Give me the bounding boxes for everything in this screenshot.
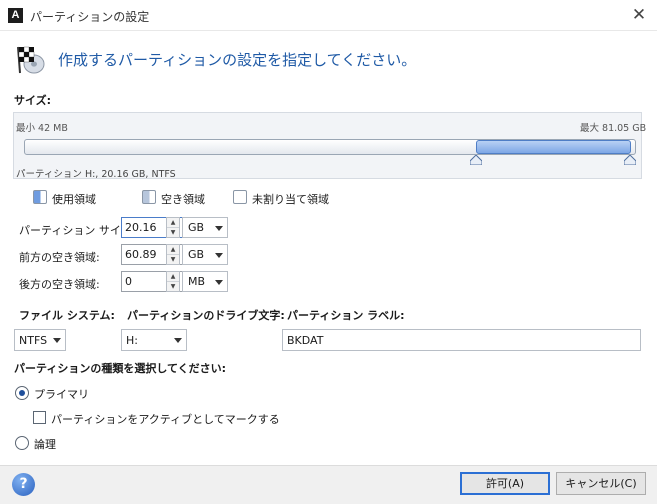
partition-info-text: パーティション H:, 20.16 GB, NTFS: [16, 169, 176, 180]
mark-active-label[interactable]: パーティションをアクティブとしてマークする: [51, 411, 280, 427]
free-after-stepper[interactable]: ▲ ▼: [166, 271, 180, 292]
free-before-unit: GB: [188, 248, 205, 261]
free-after-label: 後方の空き領域:: [19, 278, 100, 291]
partition-label-input[interactable]: BKDAT: [282, 329, 641, 351]
help-icon[interactable]: ?: [12, 473, 35, 496]
free-before-stepper[interactable]: ▲ ▼: [166, 244, 180, 265]
checkered-flag-disk-icon: [14, 43, 46, 75]
partition-size-label: パーティション サイズ:: [19, 224, 136, 237]
window-title: パーティションの設定: [30, 10, 150, 24]
chevron-down-icon: [53, 338, 61, 343]
partition-size-stepper[interactable]: ▲ ▼: [166, 217, 180, 238]
stepper-up-icon[interactable]: ▲: [167, 272, 179, 281]
primary-radio[interactable]: [15, 386, 29, 400]
legend-unallocated-label: 未割り当て領域: [252, 193, 329, 206]
free-after-unit: MB: [188, 275, 206, 288]
filesystem-label: ファイル システム:: [19, 309, 115, 322]
chevron-down-icon: [215, 226, 223, 231]
partition-type-label: パーティションの種類を選択してください:: [14, 362, 227, 375]
size-label: サイズ:: [14, 94, 52, 107]
partition-range-bar[interactable]: [476, 140, 631, 154]
free-before-label: 前方の空き領域:: [19, 251, 100, 264]
partition-size-value: 20.16: [125, 221, 157, 234]
free-before-unit-select[interactable]: GB: [182, 244, 228, 265]
partition-size-unit: GB: [188, 221, 205, 234]
stepper-up-icon[interactable]: ▲: [167, 245, 179, 254]
mark-active-checkbox[interactable]: [33, 411, 46, 424]
stepper-down-icon[interactable]: ▼: [167, 254, 179, 263]
legend-free-label: 空き領域: [161, 193, 205, 206]
app-icon: A: [8, 8, 23, 23]
filesystem-select[interactable]: NTFS: [14, 329, 66, 351]
unallocated-swatch-icon: [233, 190, 247, 204]
stepper-down-icon[interactable]: ▼: [167, 281, 179, 290]
drive-letter-select[interactable]: H:: [121, 329, 187, 351]
partition-size-unit-select[interactable]: GB: [182, 217, 228, 238]
slider-left-handle[interactable]: [469, 154, 483, 166]
page-title: 作成するパーティションの設定を指定してください。: [58, 51, 417, 69]
stepper-down-icon[interactable]: ▼: [167, 227, 179, 236]
chevron-down-icon: [174, 338, 182, 343]
primary-radio-label[interactable]: プライマリ: [34, 386, 89, 402]
free-space-swatch-icon: [142, 190, 156, 204]
free-after-unit-select[interactable]: MB: [182, 271, 228, 292]
used-space-swatch-icon: [33, 190, 47, 204]
drive-letter-value: H:: [126, 334, 138, 347]
stepper-up-icon[interactable]: ▲: [167, 218, 179, 227]
filesystem-value: NTFS: [19, 334, 48, 347]
free-before-value: 60.89: [125, 248, 157, 261]
accept-button[interactable]: 許可(A): [460, 472, 550, 495]
close-button[interactable]: ✕: [626, 4, 652, 26]
partition-label-value: BKDAT: [287, 334, 324, 347]
chevron-down-icon: [215, 280, 223, 285]
chevron-down-icon: [215, 253, 223, 258]
cancel-button[interactable]: キャンセル(C): [556, 472, 646, 495]
min-size-label: 最小 42 MB: [16, 123, 68, 134]
legend-used-label: 使用領域: [52, 193, 96, 206]
free-after-value: 0: [125, 275, 132, 288]
logical-radio-label[interactable]: 論理: [34, 436, 56, 452]
partition-label-label: パーティション ラベル:: [287, 309, 405, 322]
slider-right-handle[interactable]: [623, 154, 637, 166]
drive-letter-label: パーティションのドライブ文字:: [127, 309, 285, 322]
max-size-label: 最大 81.05 GB: [580, 123, 647, 134]
logical-radio[interactable]: [15, 436, 29, 450]
